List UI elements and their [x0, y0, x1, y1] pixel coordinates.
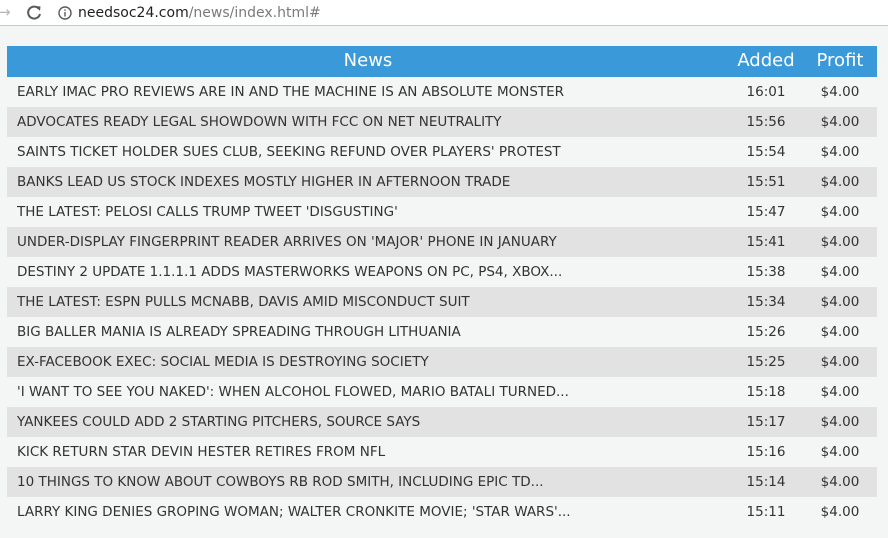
- profit-value: $4.00: [820, 324, 860, 340]
- table-row[interactable]: ADVOCATES READY LEGAL SHOWDOWN WITH FCC …: [7, 107, 877, 137]
- added-time: 15:26: [746, 324, 786, 340]
- header-added: Added: [737, 50, 795, 71]
- profit-value: $4.00: [820, 414, 860, 430]
- news-title-link[interactable]: EX-FACEBOOK EXEC: SOCIAL MEDIA IS DESTRO…: [17, 347, 717, 377]
- table-row[interactable]: THE LATEST: PELOSI CALLS TRUMP TWEET 'DI…: [7, 197, 877, 227]
- table-row[interactable]: THE LATEST: ESPN PULLS MCNABB, DAVIS AMI…: [7, 287, 877, 317]
- table-row[interactable]: EARLY IMAC PRO REVIEWS ARE IN AND THE MA…: [7, 77, 877, 107]
- address-bar[interactable]: needsoc24.com/news/index.html#: [78, 4, 321, 22]
- back-arrow-icon[interactable]: →: [0, 3, 12, 21]
- added-time: 16:01: [746, 84, 786, 100]
- added-time: 15:16: [746, 444, 786, 460]
- added-time: 15:51: [746, 174, 786, 190]
- news-title-link[interactable]: THE LATEST: ESPN PULLS MCNABB, DAVIS AMI…: [17, 287, 717, 317]
- table-row[interactable]: DESTINY 2 UPDATE 1.1.1.1 ADDS MASTERWORK…: [7, 257, 877, 287]
- added-time: 15:18: [746, 384, 786, 400]
- news-title-link[interactable]: ADVOCATES READY LEGAL SHOWDOWN WITH FCC …: [17, 107, 717, 137]
- url-path: /news/index.html#: [188, 5, 321, 21]
- url-host: needsoc24.com: [78, 5, 189, 21]
- table-row[interactable]: 'I WANT TO SEE YOU NAKED': WHEN ALCOHOL …: [7, 377, 877, 407]
- news-title-link[interactable]: LARRY KING DENIES GROPING WOMAN; WALTER …: [17, 497, 717, 527]
- added-time: 15:14: [746, 474, 786, 490]
- header-news: News: [343, 50, 393, 71]
- news-title-link[interactable]: DESTINY 2 UPDATE 1.1.1.1 ADDS MASTERWORK…: [17, 257, 717, 287]
- profit-value: $4.00: [820, 174, 860, 190]
- profit-value: $4.00: [820, 474, 860, 490]
- news-title-link[interactable]: 'I WANT TO SEE YOU NAKED': WHEN ALCOHOL …: [17, 377, 717, 407]
- news-title-link[interactable]: EARLY IMAC PRO REVIEWS ARE IN AND THE MA…: [17, 77, 717, 107]
- news-title-link[interactable]: UNDER-DISPLAY FINGERPRINT READER ARRIVES…: [17, 227, 717, 257]
- table-row[interactable]: KICK RETURN STAR DEVIN HESTER RETIRES FR…: [7, 437, 877, 467]
- reload-icon[interactable]: [25, 4, 43, 22]
- news-title-link[interactable]: SAINTS TICKET HOLDER SUES CLUB, SEEKING …: [17, 137, 717, 167]
- news-table: News Added Profit EARLY IMAC PRO REVIEWS…: [7, 46, 877, 527]
- table-header: News Added Profit: [7, 46, 877, 77]
- table-row[interactable]: YANKEES COULD ADD 2 STARTING PITCHERS, S…: [7, 407, 877, 437]
- table-row[interactable]: EX-FACEBOOK EXEC: SOCIAL MEDIA IS DESTRO…: [7, 347, 877, 377]
- news-title-link[interactable]: BANKS LEAD US STOCK INDEXES MOSTLY HIGHE…: [17, 167, 717, 197]
- header-profit: Profit: [816, 50, 864, 71]
- profit-value: $4.00: [820, 504, 860, 520]
- table-row[interactable]: 10 THINGS TO KNOW ABOUT COWBOYS RB ROD S…: [7, 467, 877, 497]
- added-time: 15:34: [746, 294, 786, 310]
- profit-value: $4.00: [820, 354, 860, 370]
- added-time: 15:38: [746, 264, 786, 280]
- added-time: 15:17: [746, 414, 786, 430]
- added-time: 15:56: [746, 114, 786, 130]
- browser-toolbar: → needsoc24.com/news/index.html#: [0, 0, 888, 26]
- profit-value: $4.00: [820, 294, 860, 310]
- added-time: 15:11: [746, 504, 786, 520]
- profit-value: $4.00: [820, 144, 860, 160]
- profit-value: $4.00: [820, 444, 860, 460]
- news-title-link[interactable]: KICK RETURN STAR DEVIN HESTER RETIRES FR…: [17, 437, 717, 467]
- table-row[interactable]: BANKS LEAD US STOCK INDEXES MOSTLY HIGHE…: [7, 167, 877, 197]
- table-row[interactable]: BIG BALLER MANIA IS ALREADY SPREADING TH…: [7, 317, 877, 347]
- profit-value: $4.00: [820, 114, 860, 130]
- page-content: News Added Profit EARLY IMAC PRO REVIEWS…: [0, 26, 888, 538]
- news-title-link[interactable]: BIG BALLER MANIA IS ALREADY SPREADING TH…: [17, 317, 717, 347]
- added-time: 15:41: [746, 234, 786, 250]
- table-row[interactable]: UNDER-DISPLAY FINGERPRINT READER ARRIVES…: [7, 227, 877, 257]
- profit-value: $4.00: [820, 384, 860, 400]
- table-row[interactable]: LARRY KING DENIES GROPING WOMAN; WALTER …: [7, 497, 877, 527]
- profit-value: $4.00: [820, 264, 860, 280]
- added-time: 15:25: [746, 354, 786, 370]
- table-body: EARLY IMAC PRO REVIEWS ARE IN AND THE MA…: [7, 77, 877, 527]
- table-row[interactable]: SAINTS TICKET HOLDER SUES CLUB, SEEKING …: [7, 137, 877, 167]
- profit-value: $4.00: [820, 234, 860, 250]
- added-time: 15:47: [746, 204, 786, 220]
- added-time: 15:54: [746, 144, 786, 160]
- info-icon[interactable]: [58, 5, 72, 20]
- news-title-link[interactable]: YANKEES COULD ADD 2 STARTING PITCHERS, S…: [17, 407, 717, 437]
- profit-value: $4.00: [820, 84, 860, 100]
- profit-value: $4.00: [820, 204, 860, 220]
- news-title-link[interactable]: 10 THINGS TO KNOW ABOUT COWBOYS RB ROD S…: [17, 467, 717, 497]
- news-title-link[interactable]: THE LATEST: PELOSI CALLS TRUMP TWEET 'DI…: [17, 197, 717, 227]
